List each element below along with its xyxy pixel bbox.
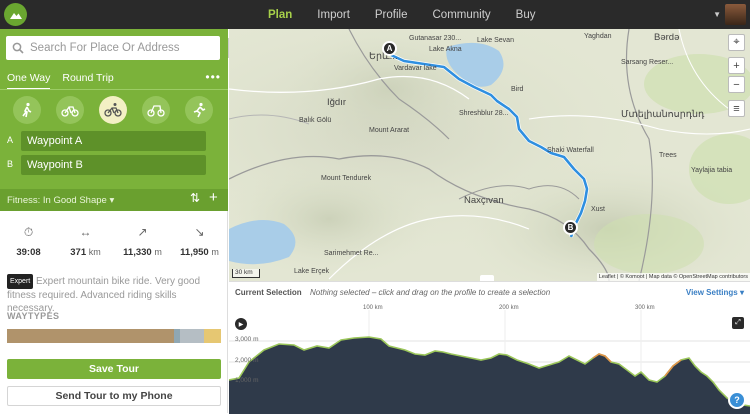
map-label-mount-ararat: Mount Ararat [369, 127, 410, 134]
map-label-gutanasar: Gutanasar 230... [409, 35, 462, 42]
main-nav: Plan Import Profile Community Buy [268, 0, 560, 29]
waytypes-title: WAYTYPES [7, 311, 60, 321]
running-icon[interactable] [185, 96, 213, 124]
stat-downhill: ↘ 11,950 m [180, 225, 219, 258]
map-label-balik-golu: Balık Gölü [299, 117, 332, 124]
nav-community[interactable]: Community [433, 9, 491, 21]
mountain-bike-icon[interactable] [99, 96, 127, 124]
search-icon [12, 42, 24, 54]
map-label-shreshblur: Shreshblur 28... [459, 110, 509, 117]
fitness-bar: Fitness: In Good Shape ▾ ⇅ + [0, 189, 228, 211]
map-label-shaki-waterfall: Shaki Waterfall [547, 147, 594, 154]
nav-import[interactable]: Import [317, 9, 350, 21]
map-label-lake-sevan: Lake Sevan [477, 37, 514, 44]
map-label-naxcivan: Naxçıvan [464, 195, 504, 206]
expand-icon[interactable]: ⤢ [732, 317, 744, 329]
stat-distance: ↔ 371 km [70, 225, 101, 258]
stat-uphill: ↗ 11,330 m [123, 225, 162, 258]
search-placeholder: Search For Place Or Address [30, 42, 180, 54]
tab-one-way[interactable]: One Way [7, 72, 51, 90]
elevation-chart[interactable] [229, 310, 750, 414]
waypoint-b-field[interactable]: Waypoint B [21, 155, 206, 175]
map-label-armenian-region: Մտելիանոսրդնդ [621, 109, 705, 120]
waypoint-a-letter: A [7, 135, 14, 145]
distance-arrows-icon: ↔ [79, 225, 92, 239]
current-selection-title: Current Selection [235, 288, 302, 297]
nav-buy[interactable]: Buy [516, 9, 536, 21]
map-view[interactable]: Gutanasar 230... Lake Sevan Lake Akna Ya… [229, 29, 750, 281]
waypoint-a-field[interactable]: Waypoint A [21, 131, 206, 151]
map-label-lake-akna: Lake Akna [429, 46, 462, 53]
map-label-lake-ercek: Lake Erçek [294, 268, 330, 275]
waytype-segment[interactable] [7, 329, 174, 343]
road-cycling-icon[interactable] [142, 96, 170, 124]
hiking-icon[interactable] [13, 96, 41, 124]
planner-panel: Search For Place Or Address One Way Roun… [0, 29, 228, 211]
map-label-sarsang: Sarsang Reser... [621, 59, 674, 66]
difficulty-description: Expert Expert mountain bike ride. Very g… [7, 274, 200, 314]
view-settings-dropdown[interactable]: View Settings ▾ [686, 288, 744, 297]
y-tick-2000: 2,000 m [235, 357, 259, 364]
play-icon[interactable]: ▶ [235, 318, 247, 330]
waypoint-b-marker[interactable]: B [563, 220, 578, 235]
zoom-out-button[interactable]: − [728, 76, 745, 93]
tab-round-trip[interactable]: Round Trip [62, 72, 113, 90]
user-menu[interactable]: ▼ [713, 4, 746, 25]
waytype-segment[interactable] [203, 329, 221, 343]
waytypes-bar[interactable] [7, 329, 221, 343]
map-label-barda: Bərdə [654, 32, 680, 43]
search-input[interactable]: Search For Place Or Address [6, 36, 220, 60]
reverse-route-icon[interactable]: ⇅ [190, 191, 200, 205]
stat-duration: ⏱ 39:08 [16, 225, 41, 258]
add-waypoint-icon[interactable]: + [209, 189, 218, 206]
stopwatch-icon: ⏱ [23, 225, 34, 239]
map-label-trees: Trees [659, 152, 677, 159]
map-label-xust: Xust [591, 206, 606, 213]
map-label-vardavar-lake: Vardavar lake [394, 65, 437, 72]
elevation-profile: Current Selection Nothing selected – cli… [229, 281, 750, 414]
avatar[interactable] [725, 4, 746, 25]
bike-touring-icon[interactable] [56, 96, 84, 124]
more-options-icon[interactable]: ••• [205, 70, 221, 84]
layers-icon[interactable]: ≡ [728, 100, 745, 117]
y-tick-1000: 1,000 m [235, 377, 259, 384]
selection-hint: Nothing selected – click and drag on the… [310, 288, 551, 297]
nav-plan[interactable]: Plan [268, 9, 292, 21]
map-scale: 30 km [232, 269, 260, 278]
tour-stats: ⏱ 39:08 ↔ 371 km ↗ 11,330 m ↘ 11,950 m [0, 225, 228, 258]
chevron-down-icon: ▼ [713, 10, 721, 19]
locate-button[interactable]: ⌖ [728, 34, 745, 51]
map-label-yaghdan: Yaghdan [584, 33, 612, 40]
difficulty-badge: Expert [7, 274, 34, 289]
map-label-mount-tendurek: Mount Tendurek [321, 175, 372, 182]
waytype-segment[interactable] [180, 329, 204, 343]
top-navigation-bar: Plan Import Profile Community Buy ▼ [0, 0, 750, 29]
waypoint-a-marker[interactable]: A [382, 41, 397, 56]
y-tick-3000: 3,000 m [235, 336, 259, 343]
divider [0, 89, 228, 90]
map-label-igdir: Iğdır [327, 97, 347, 108]
help-button[interactable]: ? [728, 391, 746, 409]
planner-sidebar: Search For Place Or Address One Way Roun… [0, 29, 228, 413]
waypoint-b-letter: B [7, 159, 14, 169]
map-label-yaylajia: Yaylajia tabia [691, 167, 733, 174]
map-label-bird: Bird [511, 86, 524, 93]
zoom-in-button[interactable]: + [728, 57, 745, 74]
arrow-down-right-icon: ↘ [194, 225, 205, 239]
nav-profile[interactable]: Profile [375, 9, 408, 21]
map-attribution[interactable]: Leaflet | © Komoot | Map data © OpenStre… [596, 273, 750, 281]
sport-selector [13, 96, 213, 124]
send-to-phone-button[interactable]: Send Tour to my Phone [7, 386, 221, 406]
fitness-dropdown[interactable]: Fitness: In Good Shape ▾ [7, 195, 114, 206]
route-type-tabs: One Way Round Trip [7, 72, 114, 90]
komoot-logo-icon[interactable] [4, 3, 27, 26]
map-label-sarimehmet: Sarimehmet Re... [324, 250, 379, 257]
save-tour-button[interactable]: Save Tour [7, 359, 221, 379]
arrow-up-right-icon: ↗ [137, 225, 148, 239]
